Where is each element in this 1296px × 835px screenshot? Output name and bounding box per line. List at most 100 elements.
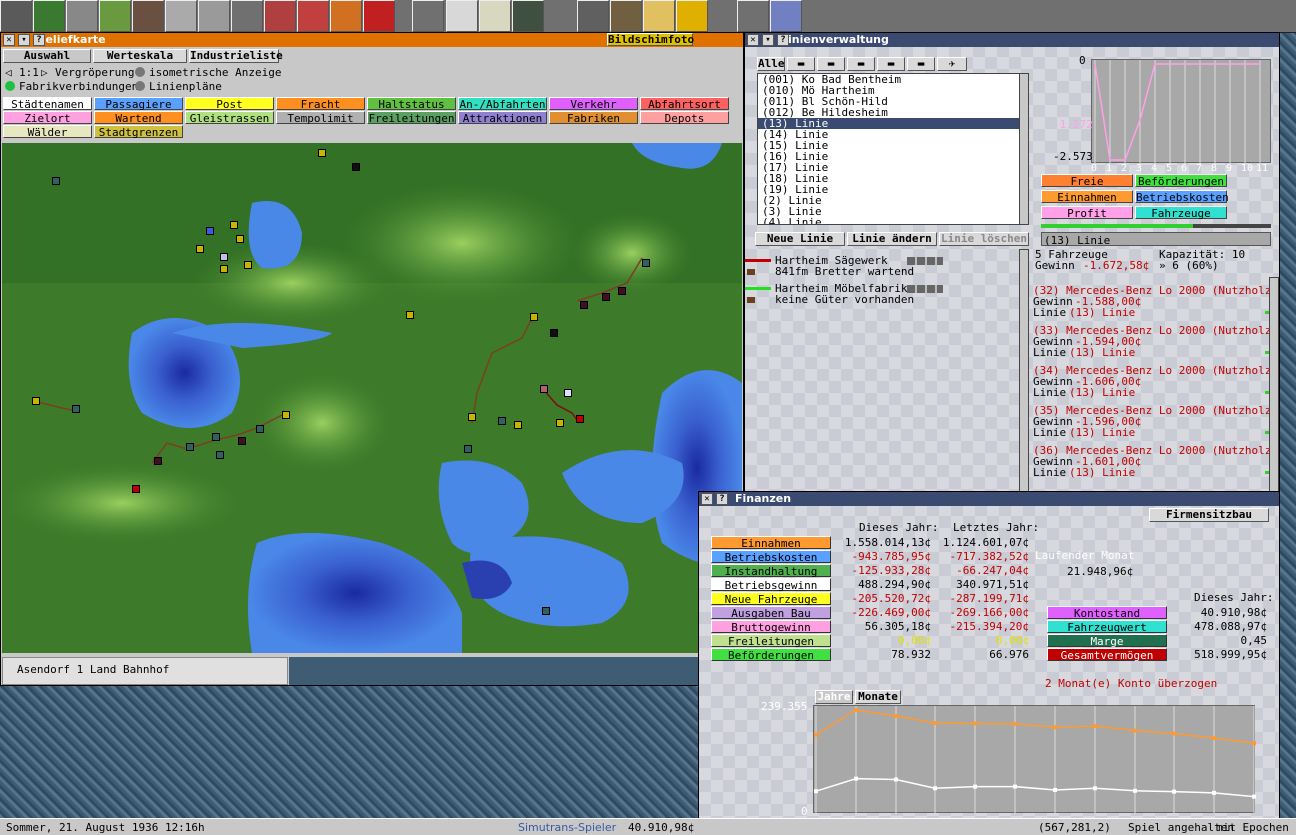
new-line-button[interactable]: Neue Linie [755,232,845,246]
filter-12[interactable]: Freileitungen [367,111,456,125]
map-marker[interactable] [564,389,572,397]
map-marker[interactable] [282,411,290,419]
line-list-item[interactable]: (4) Linie [758,217,1020,224]
line-legend-button[interactable]: Freie Kapazität [1041,174,1133,201]
close-icon[interactable]: ✕ [701,493,713,505]
bus-icon[interactable] [231,0,263,32]
tab-werteskala[interactable]: Werteskala [93,49,187,63]
airplane-icon[interactable] [297,0,329,32]
map-marker[interactable] [132,485,140,493]
magnifier-icon[interactable] [66,0,98,32]
map-status-input[interactable]: Asendorf 1 Land Bahnhof [2,657,288,685]
filter-7[interactable]: Abfahrtsort [640,97,729,111]
fire-icon[interactable] [330,0,362,32]
map-marker[interactable] [318,149,326,157]
tram-icon[interactable] [198,0,230,32]
map-marker[interactable] [542,607,550,615]
map-marker[interactable] [236,235,244,243]
tab-years[interactable]: Jahre [815,690,853,704]
help-icon[interactable]: ? [33,34,45,46]
filter-16[interactable]: Wälder [3,125,92,139]
map-marker[interactable] [406,311,414,319]
map-icon[interactable] [33,0,65,32]
relief-map-canvas[interactable] [2,143,742,653]
remove-icon[interactable] [363,0,395,32]
map-marker[interactable] [576,415,584,423]
map-marker[interactable] [32,397,40,405]
map-marker[interactable] [154,457,162,465]
radio-factory-links-icon[interactable] [5,81,15,91]
tab-industrieliste[interactable]: Industrieliste [189,49,283,63]
map-marker[interactable] [220,265,228,273]
filter-9[interactable]: Wartend [94,111,183,125]
tab-months[interactable]: Monate [855,690,901,704]
headquarters-button[interactable]: Firmensitzbau [1149,508,1269,522]
line-management-titlebar[interactable]: Linienverwaltung [745,33,1279,47]
map-marker[interactable] [602,293,610,301]
disk-icon[interactable] [0,0,32,32]
filter-tram-icon[interactable]: ▬ [847,57,875,71]
camera-icon[interactable] [577,0,609,32]
filter-5[interactable]: An-/Abfahrten [458,97,547,111]
delete-line-button[interactable]: Linie löschen [939,232,1029,246]
map-marker[interactable] [642,259,650,267]
convoy-line[interactable]: (13) Linie [1069,347,1135,358]
line-legend-button[interactable]: Fahrzeuge [1135,206,1227,220]
filter-17[interactable]: Stadtgrenzen [94,125,183,139]
map-marker[interactable] [556,419,564,427]
map-marker[interactable] [238,437,246,445]
filter-3[interactable]: Fracht [276,97,365,111]
filter-11[interactable]: Tempolimit [276,111,365,125]
ship-icon[interactable] [132,0,164,32]
news-icon[interactable] [737,0,769,32]
bucket-icon[interactable] [610,0,642,32]
map-marker[interactable] [256,425,264,433]
map-marker[interactable] [352,163,360,171]
finance-titlebar[interactable]: Finanzen [699,492,1279,506]
map-marker[interactable] [498,417,506,425]
fastforward-icon[interactable] [643,0,675,32]
map-marker[interactable] [464,445,472,453]
minimize-icon[interactable]: ▾ [18,34,30,46]
map-marker[interactable] [244,261,252,269]
convoy-line[interactable]: (13) Linie [1069,387,1135,398]
convoy-scrollbar[interactable] [1269,277,1279,493]
map-marker[interactable] [550,329,558,337]
change-line-button[interactable]: Linie ändern [847,232,937,246]
money-icon[interactable] [479,0,511,32]
filter-8[interactable]: Zielort [3,111,92,125]
convoy-line[interactable]: (13) Linie [1069,467,1135,478]
minimize-icon[interactable]: ▾ [762,34,774,46]
compass-icon[interactable] [770,0,802,32]
terrain-icon[interactable] [99,0,131,32]
filter-air-icon[interactable]: ✈ [937,57,967,71]
help-icon[interactable]: ? [777,34,789,46]
filter-15[interactable]: Depots [640,111,729,125]
list-icon[interactable] [512,0,544,32]
filter-2[interactable]: Post [185,97,274,111]
truck-icon[interactable] [264,0,296,32]
map-marker[interactable] [540,385,548,393]
radio-lineplans-icon[interactable] [135,81,145,91]
filter-all-button[interactable]: Alle [757,57,785,71]
filter-10[interactable]: Gleistrassen [185,111,274,125]
map-marker[interactable] [72,405,80,413]
close-icon[interactable]: ✕ [747,34,759,46]
filter-0[interactable]: Städtenamen [3,97,92,111]
train-icon[interactable] [165,0,197,32]
filter-13[interactable]: Attraktionen [458,111,547,125]
map-marker[interactable] [52,177,60,185]
convoy-line[interactable]: (13) Linie [1069,427,1135,438]
tab-auswahl[interactable]: Auswahl [3,49,91,63]
line-name-field[interactable]: (13) Linie [1041,232,1271,246]
map-marker[interactable] [618,287,626,295]
filter-1[interactable]: Passagiere [94,97,183,111]
map-marker[interactable] [206,227,214,235]
stops-scrollbar[interactable] [1019,249,1029,493]
filter-ship-icon[interactable]: ▬ [787,57,815,71]
radio-isometric-icon[interactable] [135,67,145,77]
map-marker[interactable] [186,443,194,451]
map-marker[interactable] [196,245,204,253]
close-icon[interactable]: ✕ [3,34,15,46]
map-marker[interactable] [216,451,224,459]
